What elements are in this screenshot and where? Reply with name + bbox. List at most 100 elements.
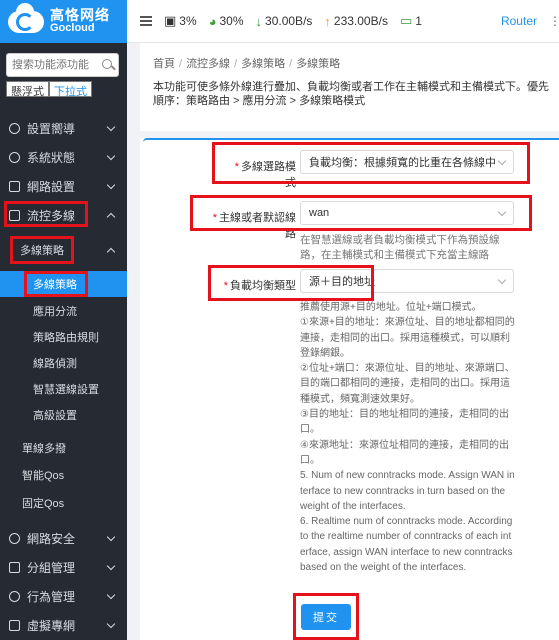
highlight-frame [208, 265, 374, 301]
note-line: 6. Realtime num of conntracks mode. Acco… [300, 516, 513, 574]
sidebar-subitem-app-split[interactable]: 應用分流 [0, 298, 127, 324]
sidebar-item-label: 單線多撥 [22, 443, 66, 455]
vpn-icon [9, 619, 20, 631]
memory-pie-icon: ◕ [208, 13, 217, 29]
sidebar-item-system-status[interactable]: 系統狀態 [0, 143, 127, 171]
sidebar-item-network-settings[interactable]: 網路設置 [0, 172, 127, 200]
page-description: 本功能可使多條外線進行疊加、負載均衡或者工作在主輔模式和主備模式下。優先順序：策… [153, 81, 549, 107]
router-link[interactable]: Router [501, 14, 537, 28]
section-divider [140, 131, 559, 138]
menu-search-input[interactable] [12, 59, 100, 71]
chevron-down-icon [497, 275, 507, 284]
chevron-up-icon [106, 247, 116, 257]
sidebar-subitem-policy-route[interactable]: 策略路由規則 [0, 324, 127, 350]
memory-value: 30% [219, 14, 244, 28]
sidebar-item-label: 設置嚮導 [27, 121, 76, 136]
sidebar-item-label: 網路安全 [27, 531, 76, 546]
monitor-icon [9, 180, 20, 192]
sidebar-item-fixed-qos[interactable]: 固定Qos [0, 490, 127, 516]
breadcrumb-flow-control[interactable]: 流控多線 [186, 58, 230, 70]
highlight-frame [190, 195, 532, 231]
main-content: 首頁 / 流控多線 / 多線策略 / 多線策略 本功能可使多條外線進行疊加、負載均衡或者工作… [140, 43, 559, 640]
note-line: ④來源地址：來源位址相同的連接，走相同的出口。 [300, 439, 509, 466]
highlight-frame [24, 271, 88, 297]
chevron-up-icon [106, 212, 116, 222]
highlight-frame [212, 142, 530, 184]
download-rate: ↓ 30.00B/s [256, 14, 313, 29]
sidebar-subitem-label: 策略路由規則 [33, 332, 99, 344]
cloud-logo-icon [6, 2, 48, 37]
menu-mode-switch: 懸浮式 下拉式 [6, 81, 127, 98]
sidebar-subitem-label: 高級設置 [33, 410, 77, 422]
brand-logo[interactable]: 高恪网络 Gocloud [0, 0, 127, 43]
note-line: 5. Num of new conntracks mode. Assign WA… [300, 470, 515, 512]
search-icon[interactable] [102, 58, 113, 72]
more-vertical-icon[interactable]: ⋮ [549, 14, 559, 28]
sidebar-item-label: 系統狀態 [27, 150, 76, 165]
chevron-down-icon [106, 590, 116, 600]
sidebar-item-label: 虛擬專網 [27, 618, 76, 633]
sidebar-item-label: 固定Qos [22, 498, 65, 510]
sidebar-item-group-management[interactable]: 分組管理 [0, 553, 127, 581]
gauge-icon [9, 151, 20, 163]
note-line: 推薦使用源+目的地址。位址+端口模式。 [300, 302, 482, 313]
cpu-icon: ▣ [164, 13, 177, 28]
sidebar-item-setup-wizard[interactable]: 設置嚮導 [0, 114, 127, 142]
chevron-down-icon [106, 180, 116, 190]
menu-mode-float[interactable]: 懸浮式 [6, 81, 49, 98]
note-line: ①來源+目的地址：來源位址、目的地址都相同的連接，走相同的出口。採用這種模式，可… [300, 317, 515, 359]
breadcrumb-home[interactable]: 首頁 [153, 58, 175, 70]
breadcrumb-multiline[interactable]: 多線策略 [241, 58, 285, 70]
upload-value: 233.00B/s [333, 14, 388, 28]
menu-toggle-icon[interactable] [140, 16, 152, 26]
sidebar: 高恪网络 Gocloud 懸浮式 下拉式 設置嚮導 系統狀態 網路設置 流控多線… [0, 0, 127, 640]
clients-value: 1 [415, 14, 422, 28]
highlight-frame [10, 236, 74, 264]
sidebar-item-label: 分組管理 [27, 560, 76, 575]
brand-name-en: Gocloud [50, 22, 95, 35]
group-icon [9, 561, 20, 573]
sidebar-item-network-security[interactable]: 網路安全 [0, 524, 127, 552]
chevron-down-icon [106, 561, 116, 571]
cpu-value: 3% [179, 14, 197, 28]
chevron-down-icon [106, 122, 116, 132]
chevron-down-icon [106, 619, 116, 629]
sidebar-subitem-advanced[interactable]: 高級設置 [0, 402, 127, 428]
sidebar-subitem-smart-select[interactable]: 智慧選線設置 [0, 376, 127, 402]
behavior-icon [9, 590, 20, 602]
upload-arrow-icon: ↑ [324, 13, 331, 29]
sidebar-item-behavior-management[interactable]: 行為管理 [0, 582, 127, 610]
settings-icon [9, 122, 20, 134]
upload-rate: ↑ 233.00B/s [324, 14, 388, 29]
download-value: 30.00B/s [265, 14, 313, 28]
sidebar-subitem-line-detect[interactable]: 線路偵測 [0, 350, 127, 376]
online-clients: ▭ 1 [400, 13, 422, 29]
highlight-frame [293, 593, 359, 640]
cpu-usage: ▣ 3% [164, 13, 197, 29]
sidebar-item-label: 智能Qos [22, 470, 65, 482]
chevron-down-icon [106, 532, 116, 542]
shield-icon [9, 532, 20, 544]
top-bar: ▣ 3% ◕ 30% ↓ 30.00B/s ↑ 233.00B/s ▭ 1 Ro… [127, 0, 559, 43]
breadcrumb: 首頁 / 流控多線 / 多線策略 / 多線策略 [153, 58, 341, 70]
sidebar-item-single-multidial[interactable]: 單線多撥 [0, 435, 127, 461]
breadcrumb-current: 多線策略 [296, 58, 341, 70]
note-line: ②位址+端口：來源位址、目的地址、來源端口、目的端口都相同的連接，走相同的出口。… [300, 363, 515, 405]
default-line-hint: 在智慧選線或者負載均衡模式下作為預設線路，在主輔模式和主備模式下充當主線路 [300, 234, 500, 261]
chevron-down-icon [106, 151, 116, 161]
menu-search[interactable] [6, 53, 119, 77]
download-arrow-icon: ↓ [255, 13, 263, 29]
sidebar-subitem-label: 應用分流 [33, 306, 77, 318]
highlight-frame [4, 201, 88, 227]
sidebar-subitem-label: 線路偵測 [33, 358, 77, 370]
balance-type-notes: 推薦使用源+目的地址。位址+端口模式。 ①來源+目的地址：來源位址、目的地址都相… [300, 300, 515, 575]
sidebar-subitem-label: 智慧選線設置 [33, 384, 99, 396]
memory-usage: ◕ 30% [209, 14, 244, 29]
sidebar-item-smart-qos[interactable]: 智能Qos [0, 462, 127, 488]
menu-mode-dropdown[interactable]: 下拉式 [49, 81, 92, 98]
sidebar-item-vpn[interactable]: 虛擬專網 [0, 611, 127, 639]
note-line: ③目的地址：目的地址相同的連接，走相同的出口。 [300, 409, 509, 436]
sidebar-item-label: 行為管理 [27, 589, 76, 604]
sidebar-item-label: 網路設置 [27, 179, 76, 194]
monitor-icon: ▭ [399, 13, 413, 28]
